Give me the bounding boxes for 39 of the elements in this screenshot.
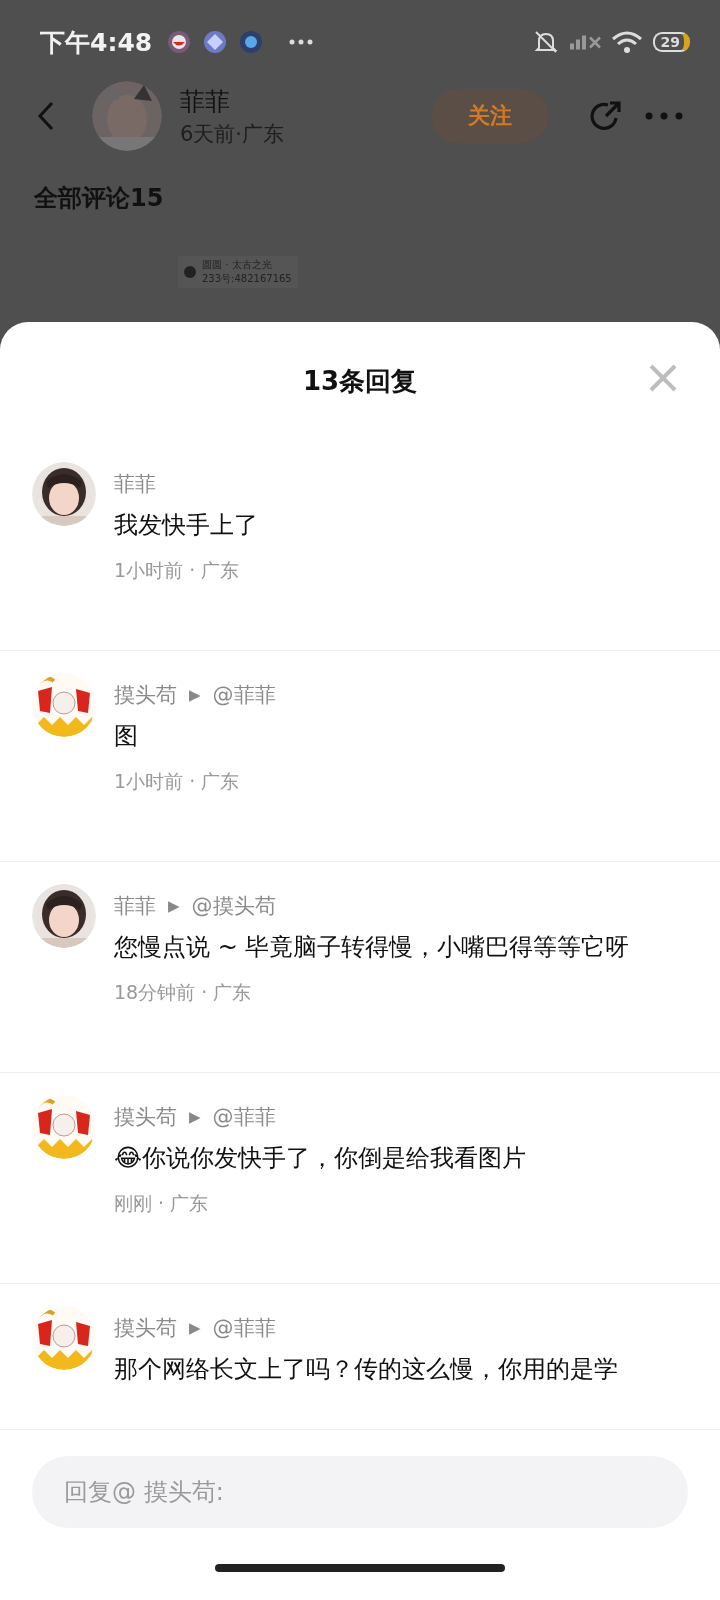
reply-target[interactable]: @菲菲 — [212, 1314, 276, 1342]
follow-button[interactable]: 关注 — [432, 89, 548, 143]
user-name[interactable]: 摸头苟 — [114, 1314, 177, 1342]
comment-meta: 刚刚 · 广东 — [114, 1191, 210, 1217]
sheet-title: 13条回复 — [302, 364, 418, 398]
reply-target[interactable]: @摸头苟 — [191, 892, 276, 920]
user-name[interactable]: 摸头苟 — [114, 681, 177, 709]
reply-arrow: ▶ — [189, 686, 201, 704]
app-icon — [202, 29, 229, 55]
app-icon — [238, 29, 265, 55]
comment-meta: 1小时前 · 广东 — [114, 769, 241, 795]
app-icon — [166, 29, 193, 55]
wifi-icon — [610, 30, 643, 54]
user-name[interactable]: 摸头苟 — [114, 1103, 177, 1131]
more-icon[interactable] — [644, 111, 684, 121]
comment-text: 那个网络长文上了吗？传的这么慢，你用的是学 — [114, 1354, 619, 1385]
author-name: 菲菲 — [180, 85, 231, 118]
battery-indicator: 29 — [652, 32, 690, 52]
reply-target[interactable]: @菲菲 — [212, 1103, 276, 1131]
signal-icon — [569, 34, 601, 50]
comment-meta: 1小时前 · 广东 — [114, 558, 241, 584]
reply-target[interactable]: @菲菲 — [212, 681, 276, 709]
comment-text: 我发快手上了 — [114, 510, 259, 541]
reply-arrow: ▶ — [189, 1108, 201, 1126]
user-name[interactable]: 菲菲 — [114, 470, 156, 498]
section-title: 全部评论15 — [33, 183, 165, 214]
reply-input[interactable]: 回复@ 摸头苟: — [32, 1456, 688, 1528]
reply-arrow: ▶ — [168, 897, 180, 915]
back-icon[interactable] — [36, 100, 56, 132]
comment-text: 您慢点说 ~ 毕竟脑子转得慢，小嘴巴得等等它呀 — [114, 932, 631, 963]
comment-text: 图 — [114, 721, 139, 752]
user-name[interactable]: 菲菲 — [114, 892, 156, 920]
comment-text: 😂你说你发快手了，你倒是给我看图片 — [114, 1143, 528, 1174]
more-icon — [288, 38, 315, 46]
status-time: 下午4:48 — [40, 26, 153, 59]
avatar-icon — [184, 266, 196, 278]
reply-arrow: ▶ — [189, 1319, 201, 1337]
comment-meta: 18分钟前 · 广东 — [114, 980, 253, 1006]
close-icon[interactable] — [648, 363, 678, 393]
